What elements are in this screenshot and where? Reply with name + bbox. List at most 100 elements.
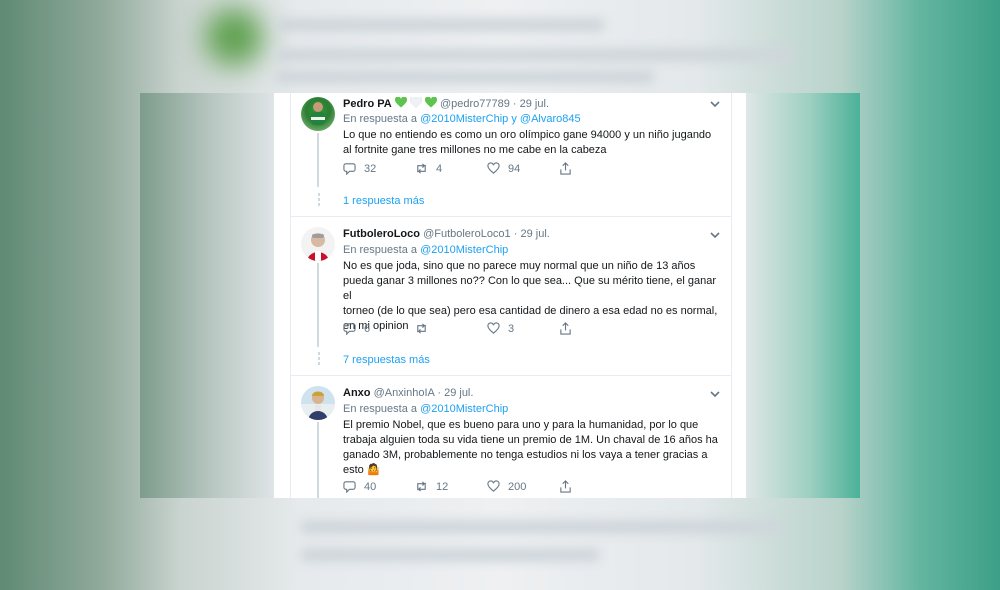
white-heart-icon — [409, 97, 422, 108]
avatar-image — [307, 233, 329, 261]
share-button[interactable] — [559, 480, 572, 493]
display-name[interactable]: FutboleroLoco — [343, 228, 420, 240]
tweet-header: Pedro PA @pedro77789 · 29 jul. — [343, 97, 549, 110]
tweet-text-line: pueda ganar 3 millones no?? Con lo que s… — [343, 275, 717, 302]
chevron-down-icon[interactable] — [709, 388, 721, 400]
avatar[interactable] — [301, 97, 335, 131]
tweet-text-line: al fortnite gane tres millones no me cab… — [343, 144, 607, 156]
thread-line — [317, 263, 319, 347]
display-name[interactable]: Pedro PA — [343, 98, 392, 110]
tweet-text-line: trabaja alguien toda su vida tiene un pr… — [343, 434, 718, 446]
like-button[interactable]: 3 — [487, 322, 514, 335]
tweet[interactable]: FutboleroLoco @FutboleroLoco1 · 29 jul. … — [291, 217, 731, 375]
timestamp[interactable]: 29 jul. — [520, 228, 549, 240]
avatar[interactable] — [301, 227, 335, 261]
tweet-text: No es que joda, sino que no parece muy n… — [343, 259, 723, 334]
blurred-text — [300, 548, 600, 562]
retweet-icon — [417, 323, 426, 334]
timestamp[interactable]: 29 jul. — [444, 387, 473, 399]
tweet-text-line: Lo que no entiendo es como un oro olímpi… — [343, 129, 712, 141]
tweet-text: Lo que no entiendo es como un oro olímpi… — [343, 128, 723, 158]
tweet-text-line: ganado 3M, probablemente no tenga estudi… — [343, 449, 708, 461]
tweet-text-line: torneo (de lo que sea) pero esa cantidad… — [343, 305, 718, 317]
like-icon — [487, 322, 500, 334]
like-count: 94 — [508, 162, 521, 175]
handle[interactable]: @AnxinhoIA — [374, 387, 435, 399]
avatar[interactable] — [301, 386, 335, 420]
share-button[interactable] — [559, 322, 572, 335]
chevron-down-icon[interactable] — [709, 229, 721, 241]
reply-icon — [343, 163, 356, 175]
green-heart-icon — [394, 97, 407, 108]
retweet-button[interactable]: 12 — [415, 480, 448, 493]
display-name[interactable]: Anxo — [343, 387, 371, 399]
like-button[interactable]: 200 — [487, 480, 526, 493]
tweet-text-line: No es que joda, sino que no parece muy n… — [343, 260, 696, 272]
dot-separator: · — [437, 387, 442, 399]
reply-context: En respuesta a @2010MisterChip — [343, 244, 508, 256]
show-more-replies-link[interactable]: 1 respuesta más — [343, 195, 424, 207]
reply-context: En respuesta a @2010MisterChip — [343, 403, 508, 415]
tweet-text: El premio Nobel, que es bueno para uno y… — [343, 418, 723, 478]
share-button[interactable] — [559, 162, 572, 175]
reply-joiner: y — [511, 113, 517, 125]
tweet-text-line: en mi opinion — [343, 320, 409, 332]
reply-count: 32 — [364, 162, 377, 175]
tweet-text-line: esto 🤷 — [343, 463, 723, 478]
thread-line — [317, 133, 319, 187]
name-emoji — [394, 97, 440, 110]
reply-icon — [343, 481, 356, 493]
share-icon — [560, 480, 571, 493]
like-count: 200 — [508, 480, 527, 493]
reply-icon — [343, 323, 356, 335]
blurred-text — [275, 18, 605, 32]
handle[interactable]: @pedro77789 — [440, 98, 510, 110]
mention-link[interactable]: @2010MisterChip — [420, 403, 508, 415]
like-button[interactable]: 94 — [487, 162, 520, 175]
reply-button[interactable]: 32 — [343, 162, 376, 175]
tweet[interactable]: Pedro PA @pedro77789 · 29 jul. En respue… — [291, 93, 731, 216]
like-icon — [487, 162, 500, 174]
blurred-text — [300, 520, 780, 534]
chevron-down-icon[interactable] — [709, 98, 721, 110]
dot-separator: · — [512, 98, 517, 110]
shrug-emoji: 🤷 — [366, 464, 381, 476]
blurred-avatar — [205, 8, 263, 66]
reply-context: En respuesta a @2010MisterChip y @Alvaro… — [343, 113, 581, 125]
tweet-text-fragment: esto — [343, 464, 364, 476]
avatar-image — [301, 386, 335, 420]
dot-separator: · — [513, 228, 518, 240]
mention-link[interactable]: @2010MisterChip — [420, 113, 508, 125]
show-more-replies-link[interactable]: 7 respuestas más — [343, 354, 430, 366]
reply-count: 40 — [364, 480, 377, 493]
reply-prefix: En respuesta a — [343, 113, 417, 125]
reply-button[interactable]: 40 — [343, 480, 376, 493]
handle[interactable]: @FutboleroLoco1 — [423, 228, 511, 240]
thread-dots — [318, 352, 320, 367]
reply-count: 6 — [364, 322, 371, 335]
retweet-icon — [417, 481, 426, 492]
blurred-side-left — [140, 93, 274, 498]
retweet-button[interactable] — [415, 322, 436, 335]
retweet-button[interactable]: 4 — [415, 162, 442, 175]
screenshot-card: Pedro PA @pedro77789 · 29 jul. En respue… — [140, 93, 860, 498]
like-icon — [487, 480, 500, 492]
tweet-header: FutboleroLoco @FutboleroLoco1 · 29 jul. — [343, 228, 550, 240]
like-count: 3 — [508, 322, 515, 335]
reply-button[interactable]: 6 — [343, 322, 370, 335]
reply-prefix: En respuesta a — [343, 244, 417, 256]
blurred-text — [275, 70, 655, 84]
mention-link[interactable]: @Alvaro845 — [520, 113, 581, 125]
thread-dots — [318, 193, 320, 208]
tweet-text-line: El premio Nobel, que es bueno para uno y… — [343, 419, 699, 431]
tweet[interactable]: Anxo @AnxinhoIA · 29 jul. En respuesta a… — [291, 376, 731, 498]
share-icon — [560, 162, 571, 175]
share-icon — [560, 322, 571, 335]
blurred-text — [275, 48, 795, 62]
reply-feed: Pedro PA @pedro77789 · 29 jul. En respue… — [290, 93, 732, 498]
mention-link[interactable]: @2010MisterChip — [420, 244, 508, 256]
timestamp[interactable]: 29 jul. — [520, 98, 549, 110]
thread-line — [317, 422, 319, 498]
retweet-count: 4 — [436, 162, 443, 175]
retweet-count: 12 — [436, 480, 449, 493]
